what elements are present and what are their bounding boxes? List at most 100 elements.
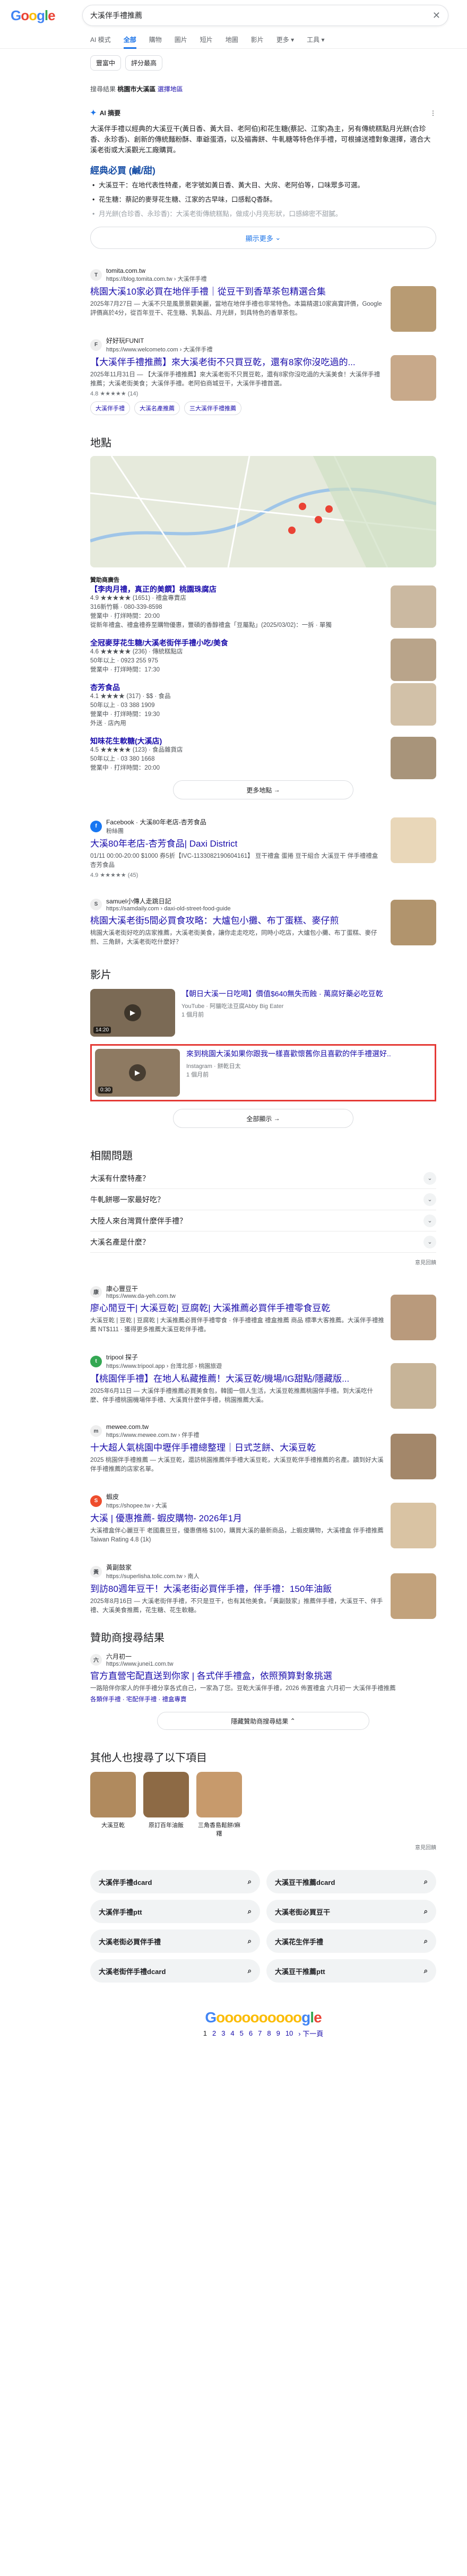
place-name[interactable]: 【李肉月禮，真正的美饌】桃園珠腐店 bbox=[90, 585, 436, 594]
page-link[interactable]: 8 bbox=[267, 2029, 271, 2037]
map-pin[interactable] bbox=[315, 516, 322, 523]
tab-maps[interactable]: 地圖 bbox=[226, 35, 238, 44]
map-pin[interactable] bbox=[288, 527, 296, 534]
result-title[interactable]: 十大超人氣桃園中壢伴手禮總整理｜日式芝餅、大溪豆乾 bbox=[90, 1442, 385, 1454]
also-searched-item[interactable]: 大溪豆乾 bbox=[90, 1772, 136, 1838]
more-options-icon[interactable]: ⋮ bbox=[430, 109, 436, 117]
paa-question[interactable]: 大溪有什麼特產？ ⌄ bbox=[90, 1168, 436, 1189]
paa-question[interactable]: 牛軋餅哪一家最好吃？ ⌄ bbox=[90, 1189, 436, 1210]
chip-top-rated[interactable]: 評分最高 bbox=[125, 55, 163, 71]
result-title[interactable]: 大溪80年老店-杏芳食品| Daxi District bbox=[90, 838, 385, 850]
result-title[interactable]: 到訪80週年豆干！大溪老街必買伴手禮，伴手禮：150年油飯 bbox=[90, 1583, 385, 1595]
result-thumbnail[interactable] bbox=[391, 900, 436, 945]
ad-sitelinks[interactable]: 各類伴手禮 · 宅配伴手禮 · 禮盒專賣 bbox=[90, 1695, 385, 1704]
feedback-link[interactable]: 意見回饋 bbox=[90, 1843, 436, 1851]
site-url[interactable]: https://www.da-yeh.com.tw bbox=[106, 1293, 176, 1299]
more-places-button[interactable]: 更多地點 → bbox=[173, 780, 353, 799]
result-thumbnail[interactable] bbox=[391, 1434, 436, 1479]
result-title[interactable]: 桃園大溪老街5間必買食攻略：大爐包小攤、布丁蛋糕、麥仔煎 bbox=[90, 915, 385, 927]
hide-ads-button[interactable]: 隱藏贊助商搜尋結果 ⌃ bbox=[157, 1712, 369, 1730]
place-name[interactable]: 全冠麥芽花生糖/大溪老街伴手禮小吃/美食 bbox=[90, 639, 436, 648]
related-pill[interactable]: 大溪伴手禮 bbox=[90, 401, 130, 415]
result-thumbnail[interactable] bbox=[391, 1363, 436, 1409]
result-title[interactable]: 廖心閒豆干| 大溪豆乾| 豆腐乾| 大溪推薦必買伴手禮零食豆乾 bbox=[90, 1303, 385, 1314]
result-thumbnail[interactable] bbox=[391, 817, 436, 863]
related-pill[interactable]: 大溪名產推薦 bbox=[134, 401, 180, 415]
place-item[interactable]: 知味花生軟糖(大溪店) 4.5 ★★★★★ (123) · 食品雜貨店 50年以… bbox=[90, 737, 436, 779]
place-photo[interactable] bbox=[391, 683, 436, 726]
place-item[interactable]: 杏芳食品 4.1 ★★★★ (317) · $$ · 食品 50年以上 · 03… bbox=[90, 683, 436, 728]
site-url[interactable]: https://blog.tomita.com.tw › 大溪伴手禮 bbox=[106, 274, 207, 283]
also-searched-item[interactable]: 原訂百年油飯 bbox=[143, 1772, 189, 1838]
place-item[interactable]: 贊助商廣告 【李肉月禮，真正的美饌】桃園珠腐店 4.9 ★★★★★ (1651)… bbox=[90, 576, 436, 630]
site-url[interactable]: 粉絲團 bbox=[106, 826, 206, 835]
video-title[interactable]: 【朝日大溪一日吃喝】價值$640無失而蝕 · 萬腐好藥必吃豆乾 bbox=[181, 989, 383, 999]
page-link[interactable]: 10 bbox=[286, 2029, 293, 2037]
tab-ai-mode[interactable]: AI 模式 bbox=[90, 35, 111, 44]
result-title[interactable]: 【大溪伴手禮推薦】來大溪老街不只買豆乾，還有8家你沒吃過的... bbox=[90, 357, 385, 368]
map-view[interactable] bbox=[90, 456, 436, 567]
video-item[interactable]: ▶ 14:20 【朝日大溪一日吃喝】價值$640無失而蝕 · 萬腐好藥必吃豆乾 Yo… bbox=[90, 989, 436, 1037]
tab-all[interactable]: 全部 bbox=[123, 35, 136, 49]
clear-icon[interactable]: ✕ bbox=[433, 10, 440, 21]
chip-open-now[interactable]: 豐富中 bbox=[90, 55, 122, 71]
place-photo[interactable] bbox=[391, 639, 436, 681]
related-search-item[interactable]: 大溪伴手禮dcard ⌕ bbox=[90, 1870, 260, 1893]
page-link[interactable]: 2 bbox=[212, 2029, 216, 2037]
site-url[interactable]: https://www.welcometo.com › 大溪伴手禮 bbox=[106, 345, 213, 354]
search-input[interactable] bbox=[90, 11, 433, 20]
show-more-button[interactable]: 顯示更多 ⌄ bbox=[90, 227, 436, 249]
map-pin[interactable] bbox=[325, 505, 333, 513]
result-title[interactable]: 【桃園伴手禮】在地人私藏推薦！大溪豆乾/機場/IG甜點/隱藏版... bbox=[90, 1373, 385, 1385]
site-url[interactable]: https://samdaily.com › daxi-old-street-f… bbox=[106, 906, 231, 912]
place-item[interactable]: 全冠麥芽花生糖/大溪老街伴手禮小吃/美食 4.6 ★★★★★ (236) · 傳… bbox=[90, 639, 436, 681]
result-thumbnail[interactable] bbox=[391, 1503, 436, 1548]
video-thumbnail[interactable]: ▶ 0:30 bbox=[95, 1049, 180, 1097]
feedback-link[interactable]: 意見回饋 bbox=[90, 1258, 436, 1266]
related-search-item[interactable]: 大溪老街伴手禮dcard ⌕ bbox=[90, 1959, 260, 1983]
show-all-videos-button[interactable]: 全部顯示 → bbox=[173, 1109, 353, 1128]
site-url[interactable]: https://www.mewee.com.tw › 伴手禮 bbox=[106, 1431, 199, 1439]
result-thumbnail[interactable] bbox=[391, 1573, 436, 1619]
site-url[interactable]: https://www.junei1.com.tw bbox=[106, 1661, 174, 1667]
place-name[interactable]: 杏芳食品 bbox=[90, 683, 436, 692]
video-title[interactable]: 來到桃園大溪如果你跟我一樣喜歡懷舊你且喜歡的伴手禮選好.. bbox=[186, 1049, 391, 1059]
related-search-item[interactable]: 大溪豆干推薦ptt ⌕ bbox=[266, 1959, 436, 1983]
tab-shorts[interactable]: 短片 bbox=[200, 35, 213, 44]
tab-shopping[interactable]: 購物 bbox=[149, 35, 162, 44]
search-box[interactable]: ✕ bbox=[82, 5, 448, 26]
result-thumbnail[interactable] bbox=[391, 286, 436, 332]
site-url[interactable]: https://www.tripool.app › 台灣北部 › 桃園旅遊 bbox=[106, 1362, 222, 1370]
tab-tools[interactable]: 工具 ▾ bbox=[307, 35, 324, 44]
site-url[interactable]: https://shopee.tw › 大溪 bbox=[106, 1501, 167, 1510]
tab-videos[interactable]: 影片 bbox=[251, 35, 264, 44]
related-search-item[interactable]: 大溪豆干推薦dcard ⌕ bbox=[266, 1870, 436, 1893]
next-page-link[interactable]: › 下一頁 bbox=[298, 2028, 323, 2038]
result-thumbnail[interactable] bbox=[391, 355, 436, 401]
place-name[interactable]: 知味花生軟糖(大溪店) bbox=[90, 737, 436, 746]
related-pill[interactable]: 三大溪伴手禮推薦 bbox=[184, 401, 241, 415]
place-photo[interactable] bbox=[391, 737, 436, 779]
page-link[interactable]: 4 bbox=[230, 2029, 234, 2037]
google-logo[interactable]: Google bbox=[11, 7, 82, 24]
page-link[interactable]: 9 bbox=[276, 2029, 280, 2037]
tab-images[interactable]: 圖片 bbox=[175, 35, 187, 44]
choose-location-link[interactable]: 選擇地區 bbox=[158, 85, 183, 93]
tab-more[interactable]: 更多 ▾ bbox=[276, 35, 294, 44]
page-link[interactable]: 7 bbox=[258, 2029, 262, 2037]
video-item-highlighted[interactable]: ▶ 0:30 來到桃園大溪如果你跟我一樣喜歡懷舊你且喜歡的伴手禮選好.. Insta… bbox=[90, 1044, 436, 1101]
result-title[interactable]: 大溪 | 優惠推薦- 蝦皮購物- 2026年1月 bbox=[90, 1513, 385, 1524]
page-link[interactable]: 5 bbox=[240, 2029, 244, 2037]
paa-question[interactable]: 大溪名產是什麼？ ⌄ bbox=[90, 1231, 436, 1253]
page-link[interactable]: 3 bbox=[221, 2029, 225, 2037]
place-photo[interactable] bbox=[391, 585, 436, 628]
related-search-item[interactable]: 大溪老街必買豆干 ⌕ bbox=[266, 1900, 436, 1923]
result-title[interactable]: 桃園大溪10家必買在地伴手禮｜從豆干到香草茶包精選合集 bbox=[90, 286, 385, 298]
site-url[interactable]: https://superlisha.tolic.com.tw › 南人 bbox=[106, 1572, 199, 1580]
paa-question[interactable]: 大陸人來台灣買什麼伴手禮？ ⌄ bbox=[90, 1210, 436, 1231]
related-search-item[interactable]: 大溪花生伴手禮 ⌕ bbox=[266, 1929, 436, 1953]
page-link[interactable]: 6 bbox=[249, 2029, 253, 2037]
ad-title[interactable]: 官方直營宅配直送到你家 | 各式伴手禮盒，依照預算對象挑選 bbox=[90, 1670, 436, 1682]
related-search-item[interactable]: 大溪老街必買伴手禮 ⌕ bbox=[90, 1929, 260, 1953]
video-thumbnail[interactable]: ▶ 14:20 bbox=[90, 989, 175, 1037]
